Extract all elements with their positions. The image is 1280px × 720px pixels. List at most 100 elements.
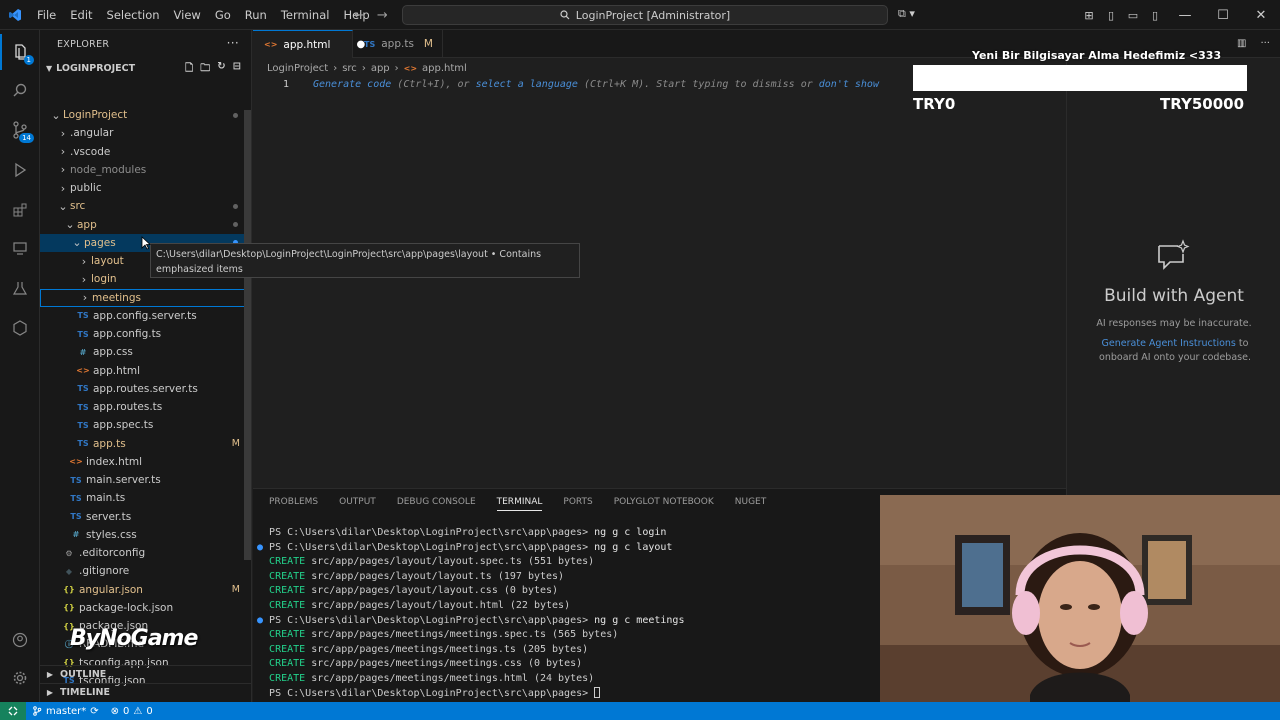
- tree-item-app-spec-ts[interactable]: TS app.spec.ts: [40, 416, 251, 434]
- more-actions-icon[interactable]: ···: [227, 36, 239, 50]
- more-actions-icon[interactable]: ···: [1260, 38, 1270, 49]
- select-language-link[interactable]: select a language: [476, 79, 578, 90]
- panel-tab-ports[interactable]: PORTS: [563, 497, 592, 511]
- tree-item-app-ts[interactable]: TS app.ts M: [40, 435, 251, 453]
- tree-item-editorconfig[interactable]: ⚙ .editorconfig: [40, 544, 251, 562]
- refresh-icon[interactable]: ↻: [217, 61, 225, 78]
- testing-activity-icon[interactable]: [0, 270, 40, 306]
- manage-gear-icon[interactable]: [0, 660, 40, 696]
- new-file-icon[interactable]: 🗋: [185, 61, 193, 78]
- menu-file[interactable]: File: [30, 0, 63, 30]
- toggle-panel-icon[interactable]: ▭: [1122, 9, 1144, 22]
- breadcrumb-item[interactable]: app.html: [422, 63, 467, 74]
- outline-section[interactable]: ▶ OUTLINE: [40, 665, 251, 683]
- breadcrumb-item[interactable]: app: [371, 63, 390, 74]
- remote-indicator-icon[interactable]: [0, 702, 26, 720]
- tree-item-gitignore[interactable]: ◆ .gitignore: [40, 562, 251, 580]
- new-folder-icon[interactable]: 🗀: [200, 61, 210, 78]
- command-status-icon: [257, 688, 269, 699]
- dont-show-link[interactable]: don't show: [819, 79, 879, 90]
- close-window-button[interactable]: ✕: [1242, 8, 1280, 23]
- editor-line-1[interactable]: 1 Generate code (Ctrl+I), or select a la…: [253, 76, 903, 93]
- tab-app-ts[interactable]: TS app.ts M: [353, 30, 443, 58]
- collapse-all-icon[interactable]: ⊟: [233, 61, 241, 78]
- menu-terminal[interactable]: Terminal: [274, 0, 337, 30]
- tree-item-vscode[interactable]: › .vscode: [40, 143, 251, 161]
- tree-item-app-html[interactable]: <> app.html: [40, 362, 251, 380]
- tree-item-styles-css[interactable]: # styles.css: [40, 526, 251, 544]
- branch-indicator[interactable]: master* ⟳: [26, 706, 105, 717]
- tree-item-server-ts[interactable]: TS server.ts: [40, 508, 251, 526]
- remote-explorer-activity-icon[interactable]: [0, 230, 40, 266]
- created-file-path: src/app/pages/layout/layout.ts (197 byte…: [311, 570, 565, 582]
- explorer-activity-icon[interactable]: 1: [0, 34, 40, 70]
- panel-tab-output[interactable]: OUTPUT: [339, 497, 376, 511]
- sidebar-scrollbar[interactable]: [244, 110, 251, 560]
- tree-item-public[interactable]: › public: [40, 179, 251, 197]
- maximize-button[interactable]: ☐: [1204, 8, 1242, 23]
- timeline-section[interactable]: ▶ TIMELINE: [40, 683, 251, 701]
- menu-selection[interactable]: Selection: [100, 0, 167, 30]
- tree-item-app-routes-ts[interactable]: TS app.routes.ts: [40, 398, 251, 416]
- customize-layout-icon[interactable]: ⊞: [1078, 9, 1100, 22]
- menu-view[interactable]: View: [167, 0, 208, 30]
- panel-tab-nuget[interactable]: NUGET: [735, 497, 766, 511]
- toggle-sidebar-icon[interactable]: ▯: [1100, 9, 1122, 22]
- warning-count: 0: [146, 705, 153, 717]
- tree-item-angular-json[interactable]: {} angular.json M: [40, 581, 251, 599]
- accounts-activity-icon[interactable]: [0, 622, 40, 658]
- menu-run[interactable]: Run: [238, 0, 274, 30]
- tree-item-angular[interactable]: › .angular: [40, 124, 251, 142]
- problems-indicator[interactable]: ⊗ 0 ⚠ 0: [105, 706, 159, 717]
- panel-tab-terminal[interactable]: TERMINAL: [496, 497, 543, 511]
- forward-arrow-icon[interactable]: →: [377, 8, 388, 23]
- panel-tab-polyglot-notebook[interactable]: POLYGLOT NOTEBOOK: [614, 497, 714, 511]
- extensions-activity-icon[interactable]: [0, 192, 40, 228]
- tree-item-app-config-ts[interactable]: TS app.config.ts: [40, 325, 251, 343]
- breadcrumb-item[interactable]: LoginProject: [267, 63, 328, 74]
- split-editor-icon[interactable]: ▥: [1237, 38, 1246, 49]
- tree-item-app-css[interactable]: # app.css: [40, 343, 251, 361]
- tree-item-main-ts[interactable]: TS main.ts: [40, 489, 251, 507]
- chevron-right-icon: ›: [82, 291, 88, 304]
- back-arrow-icon[interactable]: ←: [354, 8, 365, 23]
- toggle-secondary-sidebar-icon[interactable]: ▯: [1144, 9, 1166, 22]
- terminal-output[interactable]: PS C:\Users\dilar\Desktop\LoginProject\s…: [257, 526, 877, 701]
- command-status-icon: ●: [257, 614, 270, 626]
- tree-item-loginproject[interactable]: ⌄ LoginProject: [40, 106, 251, 124]
- editor-actions: ▥ ···: [477, 38, 1270, 49]
- tree-item-label: app.routes.server.ts: [93, 382, 198, 395]
- sync-icon[interactable]: ⟳: [90, 706, 98, 717]
- source-control-activity-icon[interactable]: 14: [0, 112, 40, 148]
- tree-item-node-modules[interactable]: › node_modules: [40, 161, 251, 179]
- command-center-search[interactable]: LoginProject [Administrator]: [402, 5, 888, 25]
- tree-item-src[interactable]: ⌄ src: [40, 197, 251, 215]
- panel-tab-debug-console[interactable]: DEBUG CONSOLE: [397, 497, 476, 511]
- tree-item-app-config-server-ts[interactable]: TS app.config.server.ts: [40, 307, 251, 325]
- search-activity-icon[interactable]: [0, 72, 40, 108]
- tree-item-package-lock-json[interactable]: {} package-lock.json: [40, 599, 251, 617]
- project-name: LOGINPROJECT: [56, 62, 136, 74]
- panel-tab-problems[interactable]: PROBLEMS: [269, 497, 318, 511]
- tab-label: app.html: [283, 38, 331, 51]
- tree-item-app-routes-server-ts[interactable]: TS app.routes.server.ts: [40, 380, 251, 398]
- tree-item-label: app.routes.ts: [93, 401, 163, 413]
- line-number: 1: [282, 79, 289, 90]
- created-file-path: src/app/pages/layout/layout.html (22 byt…: [311, 599, 571, 611]
- tab-app-html[interactable]: <> app.html ●: [253, 30, 365, 58]
- run-debug-activity-icon[interactable]: [0, 152, 40, 188]
- menu-go[interactable]: Go: [208, 0, 238, 30]
- tree-item-main-server-ts[interactable]: TS main.server.ts: [40, 471, 251, 489]
- copilot-icon[interactable]: ⧉ ▾: [898, 7, 915, 21]
- generate-code-link[interactable]: Generate code: [313, 79, 391, 90]
- hover-tooltip: C:\Users\dilar\Desktop\LoginProject\Logi…: [150, 243, 580, 278]
- breadcrumb-item[interactable]: src: [342, 63, 357, 74]
- generate-instructions-link[interactable]: Generate Agent Instructions: [1102, 338, 1236, 349]
- tree-item-app[interactable]: ⌄ app: [40, 216, 251, 234]
- containers-activity-icon[interactable]: [0, 310, 40, 346]
- minimize-button[interactable]: —: [1166, 8, 1204, 23]
- tree-item-index-html[interactable]: <> index.html: [40, 453, 251, 471]
- project-root[interactable]: ▼ LOGINPROJECT 🗋 🗀 ↻ ⊟: [40, 58, 251, 78]
- menu-edit[interactable]: Edit: [63, 0, 99, 30]
- tree-item-meetings[interactable]: › meetings: [40, 288, 251, 307]
